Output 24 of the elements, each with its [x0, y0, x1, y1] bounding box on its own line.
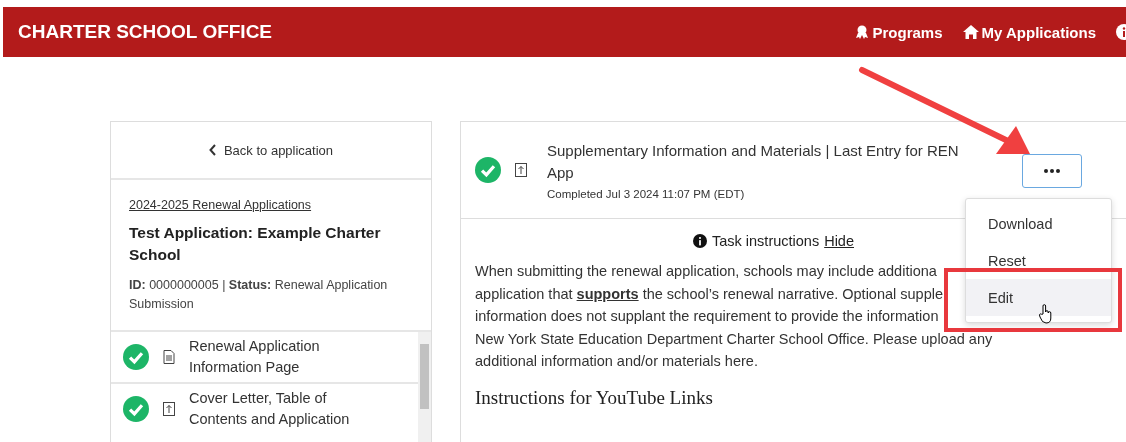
nav-link[interactable]: Programs	[853, 23, 943, 41]
menu-item[interactable]: Download	[966, 205, 1111, 242]
menu-item[interactable]: Reset	[966, 242, 1111, 279]
nav-link[interactable]: My Applications	[962, 23, 1096, 41]
task-title: Cover Letter, Table of Contents and Application	[189, 389, 351, 429]
task-title: Supplementary Information and Materials | Last Entry for REN App	[547, 141, 960, 183]
paragraph-line: additional information and/or materials here.	[475, 352, 758, 371]
task-title: Renewal Application Information Page	[189, 337, 321, 377]
section-heading: Instructions for YouTube Links	[475, 386, 714, 409]
paragraph-line: information does not supplant the requirement to provide the information	[475, 307, 939, 326]
hide-link[interactable]: Hide	[824, 233, 854, 249]
application-title: Test Application: Example Charter School	[129, 223, 382, 265]
paragraph-line: New York State Education Department Charter School Office. Please upload any	[475, 329, 993, 349]
program-link[interactable]: 2024-2025 Renewal Applications	[129, 198, 413, 212]
paragraph-line: When submitting the renewal application, schools may include additiona	[475, 262, 937, 281]
task-item[interactable]: Cover Letter, Table of Contents and Application	[111, 384, 418, 434]
back-link[interactable]: Back to application	[208, 142, 334, 158]
task-item[interactable]: Renewal Application Information Page	[111, 332, 418, 384]
paragraph-line: application that supports the school’s renewal narrative. Optional supple	[475, 284, 944, 304]
menu-item[interactable]: Edit	[966, 279, 1111, 316]
application-meta: ID: 0000000005 | Status: Renewal Application Submission	[129, 277, 389, 313]
site-title: CHARTER SCHOOL OFFICE	[18, 21, 273, 43]
completion-status: Completed Jul 3 2024 11:07 PM (EDT)	[547, 188, 746, 200]
instructions-label: Task instructions	[712, 233, 820, 249]
